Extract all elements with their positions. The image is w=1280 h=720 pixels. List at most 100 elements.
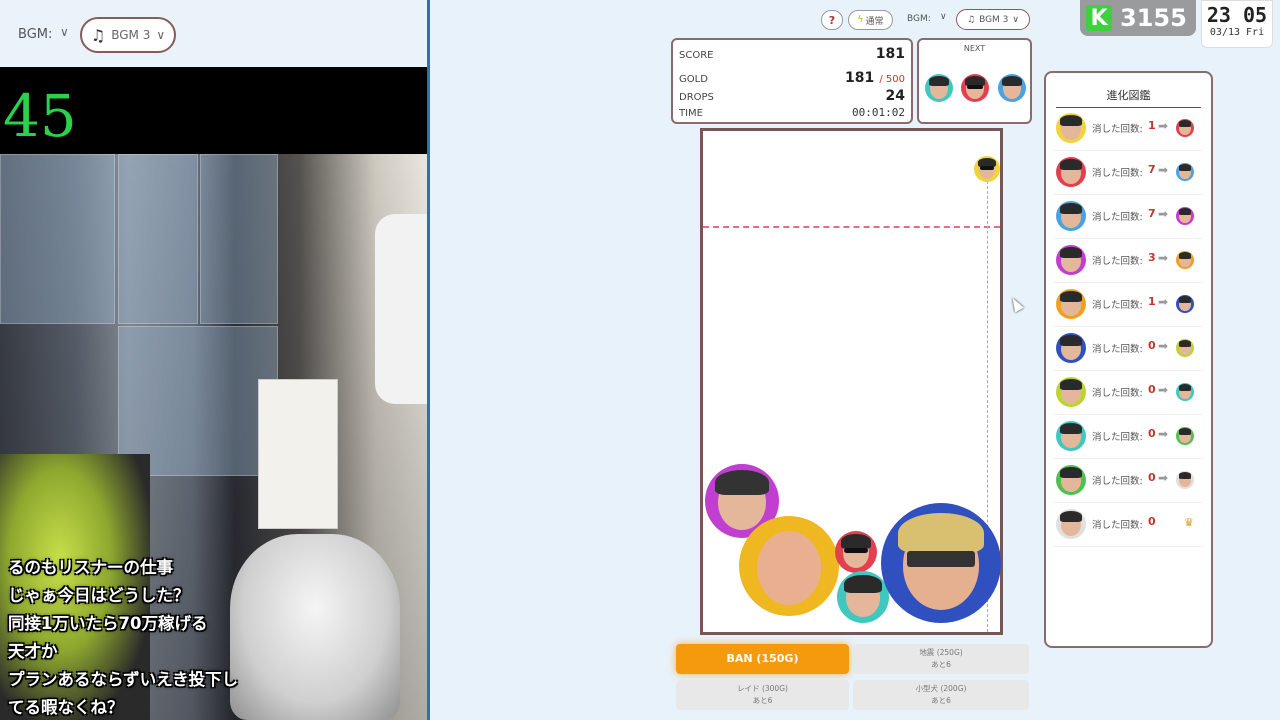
evolution-face: [1056, 509, 1086, 539]
chat-line: プランあるならずいえき投下し: [8, 670, 239, 689]
chat-line: てる暇なくね？: [8, 698, 124, 717]
crown-icon: ♛: [1184, 516, 1194, 529]
evolution-next-face: [1176, 295, 1194, 313]
evolution-row: 消した回数: 1 ➡: [1054, 107, 1203, 151]
evolution-title: 進化図鑑: [1056, 87, 1201, 108]
score-panel: SCORE 181 GOLD 181 / 500 DROPS 24 TIME 0…: [671, 38, 913, 124]
small-dog-button[interactable]: 小型犬 (200G) あと6: [853, 680, 1029, 710]
arrow-right-icon: ➡: [1158, 119, 1169, 133]
time-label: TIME: [679, 108, 704, 119]
evolution-face: [1056, 465, 1086, 495]
evolution-count-value: 0: [1148, 471, 1156, 484]
mode-label: 通常: [865, 16, 884, 27]
countdown-timer: 45: [0, 67, 427, 154]
evolution-count-label: 消した回数:: [1092, 300, 1143, 311]
game-over-line: [703, 226, 1000, 228]
help-button[interactable]: ?: [821, 10, 843, 30]
arrow-right-icon: ➡: [1158, 339, 1169, 353]
shelf-display: [118, 154, 198, 324]
held-piece[interactable]: [974, 156, 1000, 182]
clock-time: 23 05: [1206, 3, 1268, 27]
next-panel: NEXT: [917, 38, 1032, 124]
clock-date: 03/13 Fri: [1209, 27, 1265, 38]
quake-button[interactable]: 地震 (250G) あと6: [853, 644, 1029, 674]
ban-label: BAN (150G): [726, 652, 799, 665]
evolution-panel: 進化図鑑 消した回数: 1 ➡ 消した回数: 7 ➡ 消した回数: 7 ➡ 消した回数: 3 ➡ 消した…: [1044, 71, 1213, 648]
evolution-count-label: 消した回数:: [1092, 388, 1143, 399]
clock-widget: 23 05 03/13 Fri: [1201, 0, 1273, 48]
gold-value: 181: [845, 70, 875, 86]
evolution-row: 消した回数: 0 ➡: [1054, 459, 1203, 503]
mode-button[interactable]: ϟ 通常: [848, 10, 893, 30]
arrow-right-icon: ➡: [1158, 427, 1169, 441]
evolution-count-value: 0: [1148, 383, 1156, 396]
arrow-right-icon: ➡: [1158, 163, 1169, 177]
stream-bgm-bar: BGM: ∨ ♫ BGM 3 ∨: [0, 0, 427, 67]
evolution-count-value: 7: [1148, 207, 1156, 220]
evolution-row: 消した回数: 7 ➡: [1054, 151, 1203, 195]
shelf-display: [0, 154, 115, 324]
evolution-face: [1056, 377, 1086, 407]
raid-button[interactable]: レイド (300G) あと6: [676, 680, 849, 710]
evolution-next-face: [1176, 119, 1194, 137]
next-face-1: [925, 74, 953, 102]
arrow-right-icon: ➡: [1158, 295, 1169, 309]
chevron-down-icon: ∨: [156, 28, 166, 42]
game-field[interactable]: [700, 128, 1003, 635]
mouse-cursor-icon: [1008, 295, 1024, 313]
chat-line: 天才か: [8, 642, 58, 661]
chat-line: るのもリスナーの仕事: [8, 558, 173, 577]
next-title: NEXT: [963, 44, 986, 53]
time-row: TIME 00:01:02: [679, 106, 905, 119]
lightning-icon: ϟ: [857, 15, 864, 25]
screen: BGM: ∨ ♫ BGM 3 ∨ 45 るのもリスナーの仕事 じゃぁ今日はどうし…: [0, 0, 1280, 720]
gold-max: / 500: [879, 74, 905, 85]
evolution-face: [1056, 157, 1086, 187]
evolution-next-face: [1176, 427, 1194, 445]
evolution-next-face: [1176, 207, 1194, 225]
evolution-face: [1056, 113, 1086, 143]
evolution-row: 消した回数: 0 ➡: [1054, 371, 1203, 415]
raid-remaining: あと6: [752, 696, 773, 705]
stream-panel: BGM: ∨ ♫ BGM 3 ∨ 45 るのもリスナーの仕事 じゃぁ今日はどうし…: [0, 0, 427, 720]
music-note-icon: ♫: [966, 14, 976, 25]
small-dog-label: 小型犬 (200G): [915, 684, 967, 693]
arrow-right-icon: ➡: [1158, 207, 1169, 221]
evolution-next-face: [1176, 471, 1194, 489]
chevron-down-icon[interactable]: ∨: [60, 25, 69, 39]
score-label: SCORE: [679, 50, 714, 61]
timer-value: 45: [3, 82, 77, 150]
ban-button[interactable]: BAN (150G): [676, 644, 849, 674]
evolution-count-label: 消した回数:: [1092, 344, 1143, 355]
evolution-row: 消した回数: 0 ➡: [1054, 415, 1203, 459]
chevron-down-icon[interactable]: ∨: [940, 12, 947, 22]
piece-face: [835, 531, 877, 573]
evolution-face: [1056, 289, 1086, 319]
evolution-count-value: 3: [1148, 251, 1156, 264]
music-note-icon: ♫: [90, 25, 106, 45]
evolution-face: [1056, 201, 1086, 231]
k-score-badge: K 3155: [1080, 0, 1196, 36]
evolution-face: [1056, 245, 1086, 275]
piece-face: [881, 503, 1001, 623]
evolution-next-face: [1176, 251, 1194, 269]
gold-row: GOLD 181 / 500: [679, 67, 905, 86]
next-face-3: [998, 74, 1026, 102]
shelf-display: [200, 154, 278, 324]
stream-bgm-select[interactable]: ♫ BGM 3 ∨: [80, 17, 176, 53]
gold-label: GOLD: [679, 74, 708, 85]
drops-label: DROPS: [679, 92, 714, 103]
evolution-count-label: 消した回数:: [1092, 520, 1143, 531]
piece-face: [739, 516, 839, 616]
quake-label: 地震 (250G): [919, 648, 963, 657]
game-bgm-select[interactable]: ♫ BGM 3 ∨: [956, 9, 1030, 30]
evolution-face: [1056, 333, 1086, 363]
score-row: SCORE 181: [679, 46, 905, 62]
evolution-next-face: [1176, 339, 1194, 357]
person-figure: [375, 214, 427, 404]
evolution-next-face: [1176, 383, 1194, 401]
score-value: 181: [875, 46, 905, 62]
chat-overlay: るのもリスナーの仕事 じゃぁ今日はどうした？ 同接1万いたら70万稼げる 天才か…: [8, 554, 308, 720]
webcam-feed: るのもリスナーの仕事 じゃぁ今日はどうした？ 同接1万いたら70万稼げる 天才か…: [0, 154, 427, 720]
k-score-value: 3155: [1120, 4, 1187, 32]
